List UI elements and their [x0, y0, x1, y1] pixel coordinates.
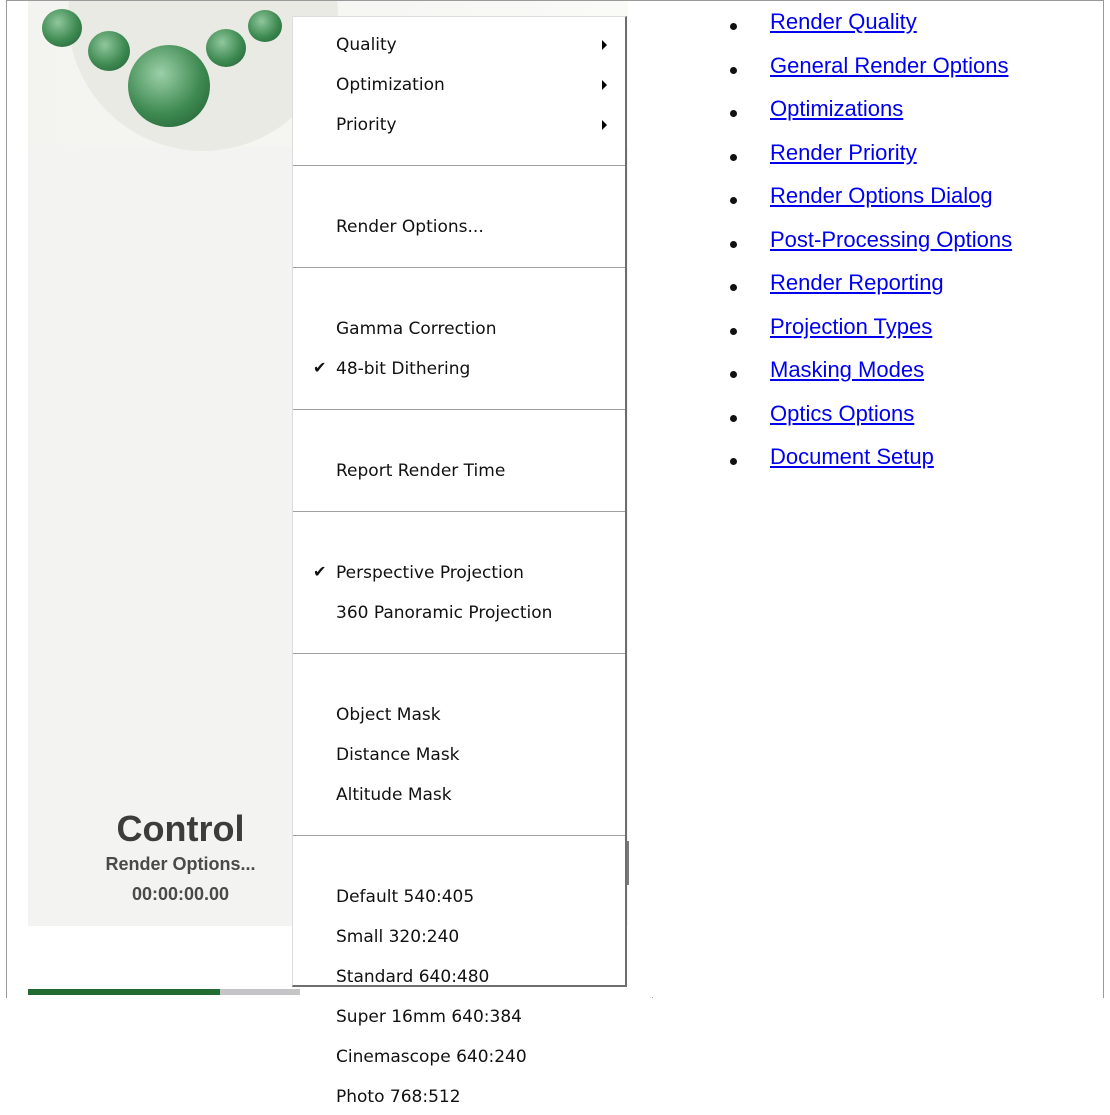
link-optics-options[interactable]: Optics Options — [770, 400, 914, 428]
menu-item-label: Distance Mask — [336, 745, 460, 765]
table-border-right — [1103, 0, 1104, 998]
menu-item-standard-640-480[interactable]: Standard 640:480 — [293, 959, 625, 995]
link-general-render-options[interactable]: General Render Options — [770, 52, 1008, 80]
menu-item-label: Small 320:240 — [336, 927, 460, 947]
menu-item-cinemascope-640-240[interactable]: Cinemascope 640:240 — [293, 1039, 625, 1075]
menu-item-label: Standard 640:480 — [336, 967, 490, 987]
menu-item-label: Cinemascope 640:240 — [336, 1047, 527, 1067]
menu-item-report-render-time[interactable]: Report Render Time — [293, 453, 625, 489]
bullet-icon — [730, 371, 737, 378]
menu-separator — [293, 165, 625, 167]
menu-item-label: Super 16mm 640:384 — [336, 1007, 522, 1027]
checkmark-icon: ✔ — [313, 358, 327, 377]
link-document-setup[interactable]: Document Setup — [770, 443, 934, 471]
menu-item-small-320-240[interactable]: Small 320:240 — [293, 919, 625, 955]
menu-item-optimization[interactable]: Optimization — [293, 67, 625, 103]
menu-item-label: Quality — [336, 35, 397, 55]
menu-separator — [293, 409, 625, 411]
menu-item-perspective-projection[interactable]: ✔ Perspective Projection — [293, 555, 625, 591]
bullet-icon — [730, 66, 737, 74]
menu-item-priority[interactable]: Priority — [293, 107, 625, 143]
sphere-icon — [248, 10, 282, 42]
table-border-left — [6, 0, 7, 998]
menu-item-quality[interactable]: Quality — [293, 27, 625, 63]
menu-item-label: 48-bit Dithering — [336, 359, 471, 379]
control-title: Control — [116, 808, 245, 849]
link-masking-modes[interactable]: Masking Modes — [770, 356, 924, 384]
status-bar-green — [28, 989, 220, 995]
link-render-priority[interactable]: Render Priority — [770, 139, 917, 167]
menu-item-render-options[interactable]: Render Options... — [293, 209, 625, 245]
menu-item-photo-768-512[interactable]: Photo 768:512 — [293, 1079, 625, 1115]
submenu-arrow-icon — [602, 120, 607, 130]
menu-item-altitude-mask[interactable]: Altitude Mask — [293, 777, 625, 813]
bullet-icon — [730, 458, 737, 465]
menu-item-48-bit-dithering[interactable]: ✔ 48-bit Dithering — [293, 351, 625, 387]
link-render-reporting[interactable]: Render Reporting — [770, 269, 944, 297]
menu-item-super-16mm-640-384[interactable]: Super 16mm 640:384 — [293, 999, 625, 1035]
control-readout: Control Render Options... 00:00:00.00 — [68, 809, 293, 909]
sphere-icon — [88, 31, 130, 71]
sphere-icon — [42, 9, 82, 47]
bullet-icon — [730, 327, 737, 335]
submenu-arrow-icon — [602, 80, 607, 90]
menu-item-label: Priority — [336, 115, 397, 135]
status-bar-gray — [220, 989, 300, 995]
menu-item-label: Optimization — [336, 75, 445, 95]
link-optimizations[interactable]: Optimizations — [770, 95, 903, 123]
sphere-icon — [206, 29, 246, 67]
link-post-processing-options[interactable]: Post-Processing Options — [770, 226, 1012, 254]
render-context-menu: Quality Optimization Priority Render Option… — [292, 16, 627, 1107]
menu-item-label: Photo 768:512 — [336, 1087, 461, 1107]
menu-item-360-panoramic-projection[interactable]: 360 Panoramic Projection — [293, 595, 625, 631]
menu-item-gamma-correction[interactable]: Gamma Correction — [293, 311, 625, 347]
menu-item-label: Altitude Mask — [336, 785, 452, 805]
menu-separator — [293, 835, 625, 837]
bullet-icon — [730, 153, 737, 161]
submenu-arrow-icon — [602, 40, 607, 50]
menu-item-label: Render Options... — [336, 217, 484, 237]
menu-item-label: Report Render Time — [336, 461, 506, 481]
menu-item-label: 360 Panoramic Projection — [336, 603, 553, 623]
link-projection-types[interactable]: Projection Types — [770, 313, 932, 341]
link-render-quality[interactable]: Render Quality — [770, 8, 917, 36]
menu-separator — [293, 267, 625, 269]
menu-item-label: Object Mask — [336, 705, 441, 725]
bullet-icon — [730, 197, 737, 204]
menu-separator — [293, 653, 625, 655]
sphere-icon — [128, 45, 210, 127]
menu-separator — [293, 511, 625, 513]
menu-item-distance-mask[interactable]: Distance Mask — [293, 737, 625, 773]
menu-item-label: Perspective Projection — [336, 563, 524, 583]
render-time-display: 00:00:00.00 — [131, 884, 230, 904]
menu-item-object-mask[interactable]: Object Mask — [293, 697, 625, 733]
checkmark-icon: ✔ — [313, 562, 327, 581]
bullet-icon — [730, 240, 737, 248]
menu-item-default-540-405[interactable]: Default 540:405 — [293, 879, 625, 915]
menu-item-label: Gamma Correction — [336, 319, 497, 339]
menu-item-label: Default 540:405 — [336, 887, 475, 907]
bullet-icon — [730, 284, 737, 291]
bullet-icon — [730, 414, 737, 422]
link-render-options-dialog[interactable]: Render Options Dialog — [770, 182, 993, 210]
bullet-icon — [730, 23, 737, 30]
control-render-options-label[interactable]: Render Options... — [68, 849, 293, 879]
bullet-icon — [730, 110, 737, 117]
